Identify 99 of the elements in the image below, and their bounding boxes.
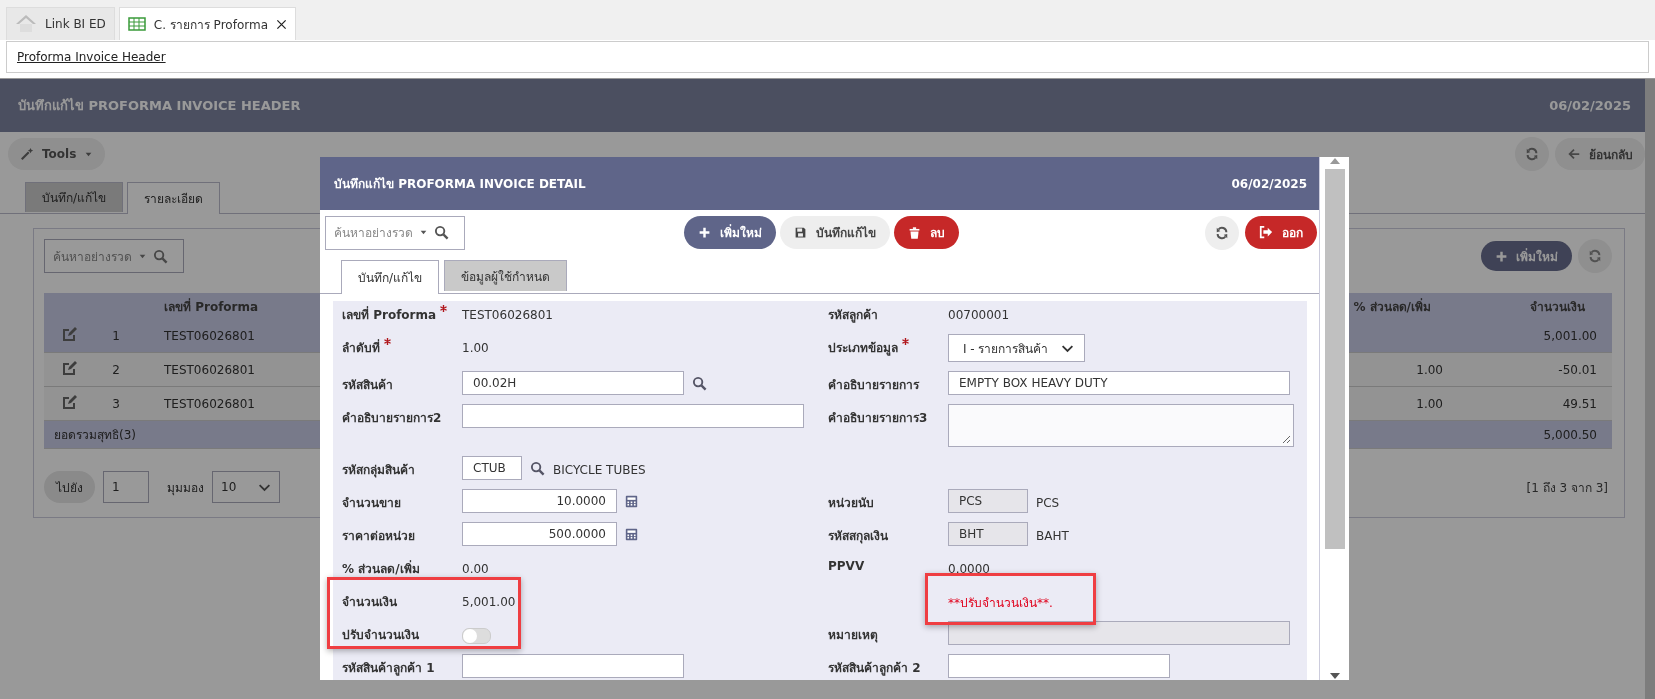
- table-cell: 2: [96, 352, 136, 387]
- tab[interactable]: ข้อมูลผู้ใช้กำหนด: [444, 260, 568, 291]
- required-mark-icon: [384, 338, 391, 345]
- page-size-select[interactable]: 10: [212, 471, 280, 503]
- field-label: รหัสกลุ่มสินค้า: [342, 462, 416, 479]
- arrow-left-icon: [1567, 147, 1581, 161]
- magic-wand-icon: [20, 147, 34, 161]
- field-value: TEST06026801: [462, 307, 553, 322]
- field-label: รหัสสินค้าลูกค้า 2: [828, 660, 922, 677]
- field-label: จำนวนเงิน: [342, 594, 398, 611]
- table-cell: 3: [96, 386, 136, 421]
- input-field[interactable]: 500.0000: [462, 522, 617, 546]
- input-field[interactable]: PCS: [948, 489, 1028, 513]
- refresh-button[interactable]: [1515, 137, 1549, 171]
- field-value: 0.00: [462, 561, 489, 576]
- scrollbar-thumb[interactable]: [1324, 169, 1345, 549]
- trash-icon: [907, 225, 921, 240]
- search-field[interactable]: ค้นหาอย่างรวด: [325, 215, 465, 250]
- field-label: รหัสสินค้าลูกค้า 1: [342, 660, 436, 677]
- table-cell: -50.01: [1443, 352, 1612, 387]
- refresh-icon: [1215, 225, 1230, 240]
- input-field[interactable]: CTUB: [462, 456, 522, 480]
- dialog-title: บันทึกแก้ไข PROFORMA INVOICE DETAIL: [334, 176, 586, 193]
- input-field[interactable]: BHT: [948, 522, 1028, 546]
- breadcrumb-link[interactable]: Proforma Invoice Header: [17, 50, 166, 64]
- page-size-label: มุมมอง: [167, 479, 204, 497]
- tab[interactable]: บันทึก/แก้ไข: [25, 182, 124, 212]
- table-cell: 49.51: [1443, 386, 1612, 421]
- add-button[interactable]: เพิ่มใหม่: [683, 216, 776, 249]
- spreadsheet-icon: [127, 17, 146, 31]
- input-field[interactable]: [948, 654, 1170, 678]
- close-icon: [276, 18, 287, 30]
- field-value: 00700001: [948, 307, 1010, 322]
- caret-icon: [419, 228, 428, 237]
- search-icon: [530, 460, 545, 476]
- delete-button[interactable]: ลบ: [893, 216, 959, 249]
- tab[interactable]: บันทึก/แก้ไข: [341, 260, 440, 294]
- tab[interactable]: รายละเอียด: [127, 182, 221, 214]
- browser-tab[interactable]: Link BI ED: [6, 7, 115, 40]
- page-title: บันทึกแก้ไข PROFORMA INVOICE HEADER: [18, 97, 301, 115]
- column-header: จำนวนเงิน: [1443, 293, 1612, 319]
- scroll-down-arrow-icon: [1328, 672, 1341, 680]
- table-cell: 5,001.00: [1443, 319, 1612, 353]
- refresh-icon: [1525, 147, 1539, 161]
- edit-icon: [62, 326, 78, 342]
- select-field[interactable]: I - รายการสินค้า: [948, 334, 1085, 362]
- input-field[interactable]: 00.02H: [462, 371, 684, 395]
- warning-text: **ปรับจำนวนเงิน**.: [948, 594, 1053, 612]
- page-scrollbar[interactable]: [1645, 79, 1655, 699]
- dialog-date: 06/02/2025: [1231, 176, 1308, 191]
- calculator-icon: [625, 493, 638, 509]
- refresh-button[interactable]: [1205, 215, 1240, 250]
- field-description: BAHT: [1036, 528, 1069, 543]
- field-description: BICYCLE TUBES: [553, 462, 646, 477]
- plus-icon: [697, 226, 711, 239]
- field-label: ปรับจำนวนเงิน: [342, 627, 420, 644]
- plus-icon: [1495, 249, 1508, 263]
- field-description: PCS: [1036, 495, 1060, 510]
- field-label: % ส่วนลด/เพิ่ม: [342, 559, 421, 578]
- calculator-icon: [625, 526, 638, 542]
- field-value: 1.00: [462, 340, 489, 355]
- field-label: จำนวนขาย: [342, 495, 402, 512]
- field-label: หมายเหตุ: [828, 627, 879, 644]
- input-field[interactable]: 10.0000: [462, 489, 617, 513]
- search-icon: [434, 225, 449, 240]
- field-value: 5,001.00: [462, 594, 516, 609]
- required-mark-icon: [440, 305, 448, 312]
- toggle-switch[interactable]: [462, 628, 491, 644]
- field-label: PPVV: [828, 558, 866, 573]
- page-number-field[interactable]: 1: [103, 471, 149, 503]
- refresh-icon: [1588, 249, 1602, 263]
- goto-button[interactable]: ไปยัง: [44, 471, 95, 503]
- tools-button[interactable]: Tools: [8, 138, 106, 170]
- field-label: หน่วยนับ: [828, 495, 875, 512]
- text-area[interactable]: [948, 404, 1294, 447]
- field-value: 0.0000: [948, 561, 990, 576]
- search-icon: [692, 375, 707, 391]
- input-field[interactable]: [462, 654, 684, 678]
- edit-icon: [62, 394, 78, 410]
- back-button[interactable]: ย้อนกลับ: [1555, 138, 1645, 170]
- edit-icon: [62, 360, 78, 376]
- save-button[interactable]: บันทึกแก้ไข: [779, 216, 890, 249]
- input-field[interactable]: [462, 404, 804, 428]
- table-cell: 1: [96, 319, 136, 353]
- home-icon: [15, 14, 37, 34]
- record-count: [1 ถึง 3 จาก 3]: [1526, 479, 1609, 497]
- scroll-up-arrow-icon: [1328, 157, 1341, 165]
- required-mark-icon: [902, 338, 909, 345]
- total-amount: 5,000.50: [1443, 420, 1612, 449]
- field-label: รหัสสกุลเงิน: [828, 528, 889, 545]
- input-field[interactable]: EMPTY BOX HEAVY DUTY: [948, 371, 1290, 395]
- field-label: ราคาต่อหน่วย: [342, 528, 416, 545]
- search-icon: [153, 248, 168, 264]
- page-date: 06/02/2025: [1549, 98, 1631, 113]
- input-field[interactable]: [948, 621, 1290, 645]
- resize-grip-icon: [1281, 434, 1291, 444]
- exit-button[interactable]: ออก: [1245, 215, 1318, 249]
- browser-tab[interactable]: C. รายการ Proforma: [118, 7, 296, 40]
- sign-out-icon: [1259, 225, 1274, 239]
